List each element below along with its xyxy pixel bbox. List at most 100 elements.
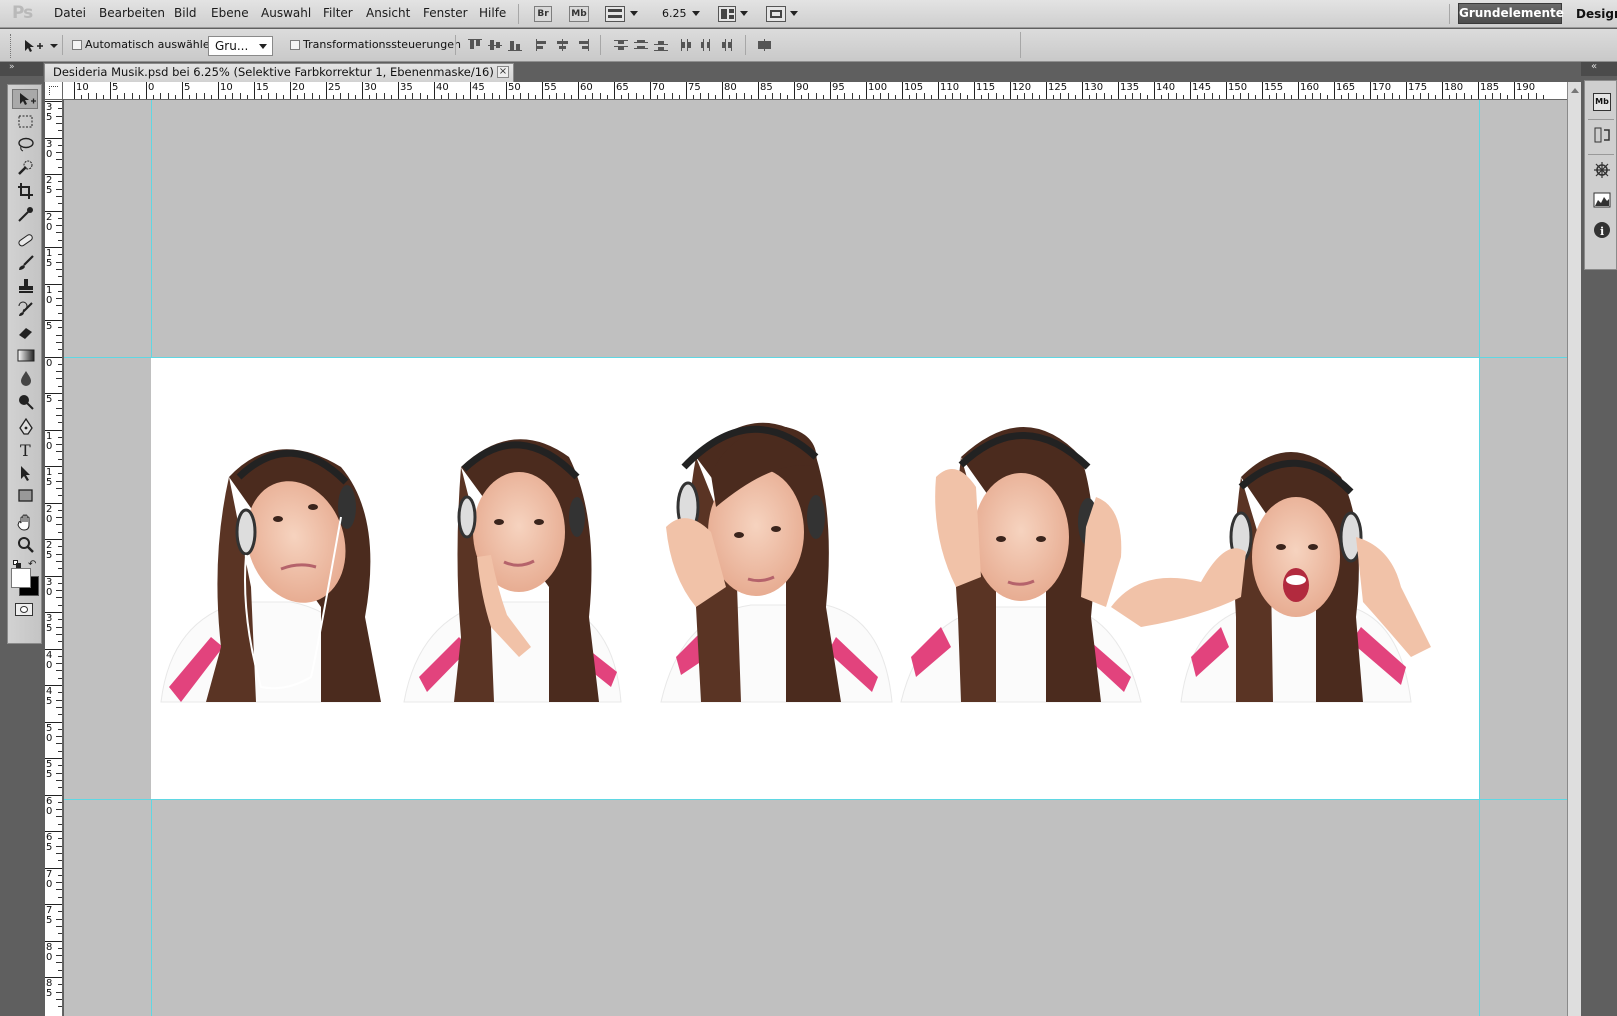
eraser-tool-icon[interactable] <box>12 322 38 342</box>
chevron-down-icon[interactable] <box>630 11 638 16</box>
default-colors-icon[interactable] <box>13 560 21 568</box>
minibridge-button[interactable]: Mb <box>569 6 589 22</box>
align-left-icon[interactable] <box>536 39 550 51</box>
ruler-minor-tick <box>779 93 781 99</box>
ruler-label: 130 <box>1084 82 1104 93</box>
healing-brush-tool-icon[interactable] <box>12 230 38 250</box>
dodge-tool-icon[interactable] <box>12 391 38 411</box>
ruler-minor-tick <box>58 582 62 584</box>
path-selection-tool-icon[interactable] <box>12 463 38 483</box>
close-icon[interactable]: × <box>497 66 509 78</box>
document-canvas[interactable] <box>151 357 1479 799</box>
tools-panel-header[interactable]: » <box>0 62 43 76</box>
chevron-down-icon[interactable] <box>692 11 700 16</box>
ruler-label: 65 <box>616 82 629 93</box>
workspace-grundelemente-button[interactable]: Grundelemente <box>1458 3 1564 24</box>
canvas-area[interactable] <box>64 100 1567 1016</box>
bridge-button[interactable]: Br <box>534 6 552 22</box>
crop-tool-icon[interactable] <box>12 181 38 201</box>
arrange-documents-icon[interactable] <box>718 6 736 22</box>
ruler-minor-tick <box>851 93 853 99</box>
ruler-label: 0 <box>148 82 155 93</box>
menu-ebene[interactable]: Ebene <box>211 6 249 20</box>
right-dock-header[interactable]: « <box>1581 61 1617 76</box>
menu-datei[interactable]: Datei <box>54 6 86 20</box>
foreground-color-swatch[interactable] <box>11 568 31 588</box>
align-top-icon[interactable] <box>468 39 482 51</box>
menu-fenster[interactable]: Fenster <box>423 6 468 20</box>
ruler-minor-tick <box>56 670 62 672</box>
align-bottom-icon[interactable] <box>508 39 522 51</box>
ruler-minor-tick <box>268 93 270 99</box>
menu-ansicht[interactable]: Ansicht <box>366 6 410 20</box>
ruler-label: 25 <box>46 540 53 561</box>
ruler-minor-tick <box>56 261 62 263</box>
align-vcenter-icon[interactable] <box>488 39 502 51</box>
menu-bild[interactable]: Bild <box>174 6 197 20</box>
menu-auswahl[interactable]: Auswahl <box>261 6 311 20</box>
history-panel-icon[interactable] <box>1593 126 1611 144</box>
vertical-scrollbar[interactable] <box>1567 82 1581 1016</box>
ruler-minor-tick <box>455 93 457 99</box>
quick-selection-tool-icon[interactable] <box>12 158 38 178</box>
ruler-tick <box>758 82 759 99</box>
quick-mask-icon[interactable] <box>15 603 33 616</box>
ruler-minor-tick <box>1499 93 1501 99</box>
ruler-label: 15 <box>256 82 269 93</box>
clone-stamp-tool-icon[interactable] <box>12 276 38 296</box>
chevron-down-icon[interactable] <box>790 11 798 16</box>
distribute-bottom-icon[interactable] <box>654 39 668 51</box>
menu-filter[interactable]: Filter <box>323 6 353 20</box>
ruler-minor-tick <box>56 816 62 818</box>
move-tool-preset-icon[interactable] <box>22 38 46 54</box>
transform-controls-checkbox[interactable] <box>290 40 300 50</box>
menu-bar: Ps Datei Bearbeiten Bild Ebene Auswahl F… <box>0 0 1617 28</box>
brush-tool-icon[interactable] <box>12 253 38 273</box>
workspace-design-button[interactable]: Design <box>1576 7 1617 21</box>
gradient-tool-icon[interactable] <box>12 345 38 365</box>
pen-tool-icon[interactable] <box>12 417 38 437</box>
marquee-tool-icon[interactable] <box>12 112 38 132</box>
navigator-panel-icon[interactable] <box>1593 161 1611 179</box>
tools-panel: T ↶ <box>7 84 42 644</box>
history-brush-tool-icon[interactable] <box>12 299 38 319</box>
distribute-right-icon[interactable] <box>720 39 734 51</box>
info-panel-icon[interactable]: i <box>1593 221 1611 239</box>
menu-hilfe[interactable]: Hilfe <box>479 6 506 20</box>
blur-tool-icon[interactable] <box>12 368 38 388</box>
auto-select-checkbox[interactable] <box>72 40 82 50</box>
ruler-minor-tick <box>196 93 198 99</box>
lasso-tool-icon[interactable] <box>12 135 38 155</box>
ruler-origin[interactable] <box>45 82 63 100</box>
distribute-vcenter-icon[interactable] <box>634 39 648 51</box>
screen-mode-icon[interactable] <box>766 6 786 22</box>
rectangle-tool-icon[interactable] <box>12 486 38 506</box>
move-tool-icon[interactable] <box>12 89 38 109</box>
hand-tool-icon[interactable] <box>12 512 38 532</box>
distribute-top-icon[interactable] <box>614 39 628 51</box>
chevron-down-icon[interactable] <box>740 11 748 16</box>
ruler-tick <box>218 82 219 99</box>
vertical-ruler[interactable]: 3530252015105051015202530354045505560657… <box>45 100 63 1016</box>
histogram-panel-icon[interactable] <box>1593 191 1611 209</box>
zoom-level[interactable]: 6.25 <box>662 7 687 20</box>
align-right-icon[interactable] <box>576 39 590 51</box>
minibridge-panel-icon[interactable]: Mb <box>1593 93 1611 111</box>
align-hcenter-icon[interactable] <box>556 39 570 51</box>
ruler-tick <box>974 82 975 99</box>
auto-select-dropdown[interactable]: Gru... <box>208 36 273 56</box>
ruler-label: 30 <box>46 138 53 160</box>
distribute-hcenter-icon[interactable] <box>700 39 714 51</box>
type-tool-icon[interactable]: T <box>12 440 38 460</box>
zoom-tool-icon[interactable] <box>12 535 38 555</box>
menu-bearbeiten[interactable]: Bearbeiten <box>99 6 165 20</box>
extras-icon[interactable] <box>605 6 625 22</box>
svg-text:T: T <box>20 441 31 459</box>
scroll-up-icon[interactable] <box>1571 88 1579 93</box>
document-tab[interactable]: Desideria Musik.psd bei 6.25% (Selektive… <box>44 63 514 82</box>
chevron-down-icon[interactable] <box>50 44 58 48</box>
eyedropper-tool-icon[interactable] <box>12 204 38 224</box>
horizontal-ruler[interactable]: 10 5 0 5 10 15 20 25 30 35 40 45 50 55 60 65 70 75 80 85 90 9… <box>45 82 1567 100</box>
auto-align-layers-icon[interactable] <box>758 39 772 51</box>
distribute-left-icon[interactable] <box>680 39 694 51</box>
